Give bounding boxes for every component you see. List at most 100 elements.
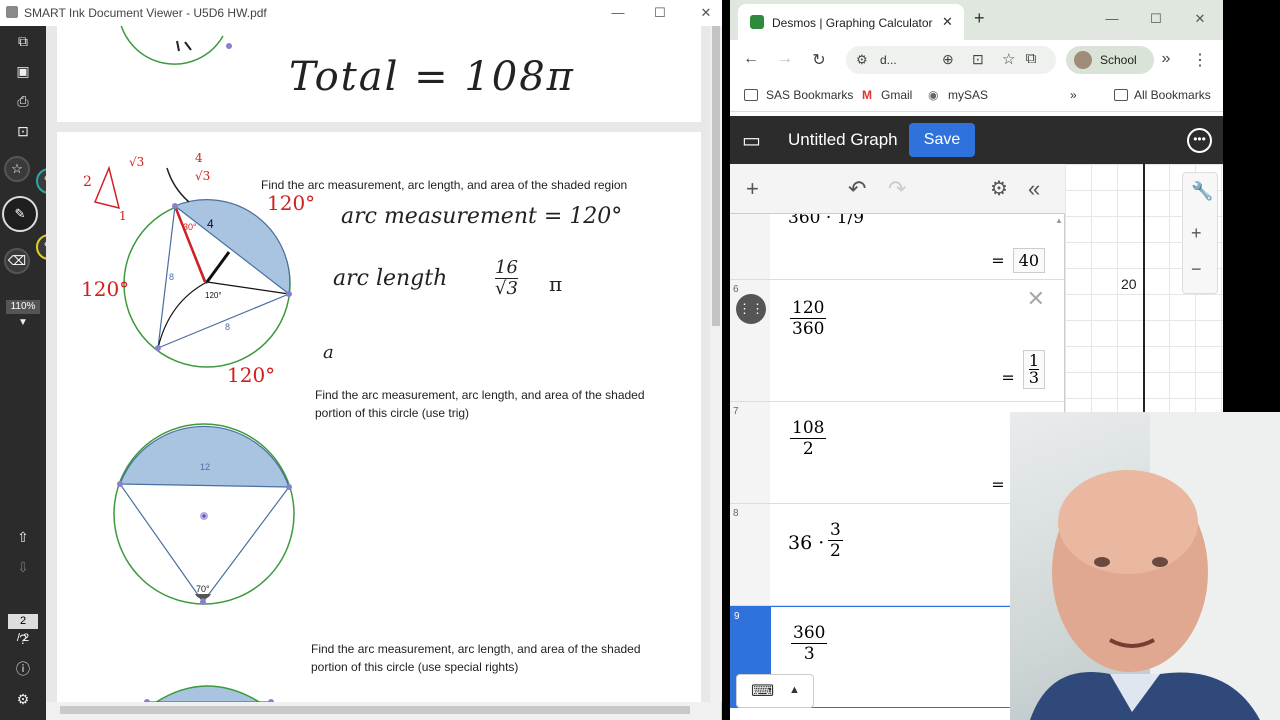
capture-icon[interactable]: ⊡ [10, 120, 36, 142]
all-bookmarks[interactable]: All Bookmarks [1134, 88, 1211, 102]
zoom-out-icon[interactable]: − [1191, 259, 1202, 280]
expression-row[interactable]: 6 ⋮⋮ 120 360 ✕ = 1 3 [730, 280, 1064, 402]
print-icon[interactable]: ⎙ [10, 90, 36, 112]
gear-icon[interactable]: ⚙ [990, 176, 1008, 201]
settings-icon[interactable]: ⚙ [10, 688, 36, 710]
chevron-down-icon[interactable]: ▼ [10, 312, 36, 334]
all-bookmarks-folder-icon [1114, 89, 1128, 101]
svg-text:120°: 120° [227, 363, 275, 387]
address-url: d... [880, 53, 897, 67]
row-gutter [730, 504, 770, 605]
vertical-scrollbar[interactable] [710, 26, 722, 702]
open-file-icon[interactable]: ⧉ [10, 30, 36, 52]
bookmarks-overflow-icon[interactable]: » [1070, 88, 1077, 102]
open-graph-folder-icon[interactable]: ▭ [742, 128, 761, 153]
graph-title[interactable]: Untitled Graph [788, 130, 898, 150]
desmos-header: ▭ Untitled Graph Save ••• [730, 116, 1223, 164]
q1-area-work: a [323, 342, 334, 363]
info-icon[interactable]: ⓘ [10, 658, 36, 680]
bookmark-star-icon[interactable]: ☆ [1002, 50, 1015, 68]
svg-text:120°: 120° [81, 277, 129, 301]
svg-text:√3: √3 [195, 169, 210, 183]
row-gutter [730, 214, 770, 279]
chrome-menu-icon[interactable]: ⋮ [1190, 50, 1210, 70]
bookmark-sas[interactable]: SAS Bookmarks [766, 88, 853, 102]
keyboard-icon: ⌨ [751, 683, 775, 700]
frac-num: 16 [495, 257, 518, 279]
svg-text:√3: √3 [129, 155, 144, 169]
desmos-menu-icon[interactable]: ••• [1187, 128, 1212, 153]
extensions-icon[interactable]: ⧉ [1021, 50, 1041, 67]
pdf-page-2: Find the arc measurement, arc length, an… [57, 132, 701, 702]
webcam-presenter-image [1030, 412, 1280, 720]
minimize-icon[interactable]: — [608, 4, 628, 22]
expression-fraction[interactable]: 360 3 [791, 623, 828, 664]
horizontal-scrollbar[interactable] [46, 702, 710, 720]
drag-handle-icon[interactable]: ⋮⋮ [736, 294, 766, 324]
horizontal-scroll-thumb[interactable] [60, 706, 690, 714]
collapse-panel-icon[interactable]: « [1028, 176, 1040, 202]
lens-icon[interactable]: ⊡ [972, 51, 984, 68]
expression-fraction[interactable]: 120 360 [790, 298, 827, 339]
zoom-icon[interactable]: ⊕ [942, 51, 954, 68]
more-tabs-icon[interactable]: » [1156, 50, 1176, 68]
document-viewport[interactable]: Total = 108π Find the arc measurement, a… [46, 26, 710, 702]
ink-toolbar: ⧉ ▣ ⎙ ⊡ ☆ ✎ ✎ ✎ ⌫ ✎ 110% ▼ ⇧ ⇩ 2 / 2 ? ⓘ… [0, 26, 76, 720]
svg-text:4: 4 [195, 151, 203, 165]
redo-icon[interactable]: ↷ [888, 176, 906, 202]
new-tab-icon[interactable]: + [974, 8, 985, 29]
expression-row[interactable]: 360 · 1/9 = 40 [730, 214, 1064, 280]
pen-black-icon[interactable]: ✎ [2, 196, 38, 232]
delete-expression-icon[interactable]: ✕ [1027, 286, 1045, 312]
tab-desmos[interactable]: Desmos | Graphing Calculator ✕ [738, 4, 964, 40]
chrome-close-icon[interactable]: ✕ [1190, 10, 1210, 28]
svg-text:30°: 30° [183, 222, 197, 232]
webcam-overlay [1010, 412, 1280, 720]
q3-text-line2: portion of this circle (use special righ… [311, 660, 519, 674]
tab-close-icon[interactable]: ✕ [942, 14, 953, 30]
page-number-input[interactable]: 2 [8, 614, 38, 629]
svg-text:2: 2 [83, 174, 92, 190]
smart-window-title: SMART Ink Document Viewer - U5D6 HW.pdf [24, 6, 267, 20]
keypad-toggle[interactable]: ⌨ ▲ [736, 674, 814, 708]
eraser-icon[interactable]: ⌫ [4, 248, 30, 274]
q2-text-line1: Find the arc measurement, arc length, an… [315, 388, 645, 402]
undo-icon[interactable]: ↶ [848, 176, 866, 202]
expression-text[interactable]: 360 · 1/9 [788, 214, 864, 228]
expression-lead[interactable]: 36 · [788, 532, 824, 554]
site-info-icon[interactable]: ⚙ [856, 52, 868, 68]
save-button[interactable]: Save [909, 123, 975, 157]
back-icon[interactable]: ← [741, 50, 761, 68]
avatar [1074, 51, 1092, 69]
reload-icon[interactable]: ↻ [809, 50, 829, 70]
favorites-star-icon[interactable]: ☆ [4, 156, 30, 182]
forward-icon[interactable]: → [775, 50, 795, 68]
add-expression-icon[interactable]: + [746, 176, 759, 202]
chrome-maximize-icon[interactable]: ☐ [1146, 10, 1166, 28]
save-icon[interactable]: ▣ [10, 60, 36, 82]
tab-strip: Desmos | Graphing Calculator ✕ + — ☐ ✕ [730, 0, 1223, 40]
wrench-icon[interactable]: 🔧 [1191, 181, 1213, 202]
vertical-scroll-thumb[interactable] [712, 26, 720, 326]
expression-result: = 40 [991, 248, 1045, 273]
expression-fraction[interactable]: 108 2 [790, 418, 827, 459]
chrome-minimize-icon[interactable]: — [1102, 10, 1122, 28]
profile-chip[interactable]: School [1066, 46, 1154, 74]
bookmark-mysas[interactable]: mySAS [948, 88, 988, 102]
help-icon[interactable]: ? [10, 628, 36, 650]
expression-result: = 1 3 [1001, 350, 1045, 389]
expression-toolbar: + ↶ ↷ ⚙ « [730, 164, 1065, 214]
close-icon[interactable]: ✕ [696, 4, 716, 22]
q1-pi: π [549, 272, 563, 296]
frac-den: √3 [495, 278, 518, 299]
page-up-icon[interactable]: ⇧ [10, 526, 36, 548]
bookmark-gmail[interactable]: Gmail [881, 88, 912, 102]
page-down-icon[interactable]: ⇩ [10, 556, 36, 578]
axis-tick-label: 20 [1121, 276, 1137, 292]
zoom-in-icon[interactable]: + [1191, 223, 1202, 244]
maximize-icon[interactable]: ☐ [650, 4, 670, 22]
q3-text-line1: Find the arc measurement, arc length, an… [311, 642, 641, 656]
smart-app-icon [6, 6, 18, 18]
expression-fraction[interactable]: 32 [828, 520, 843, 561]
chevron-up-icon: ▲ [789, 684, 800, 696]
